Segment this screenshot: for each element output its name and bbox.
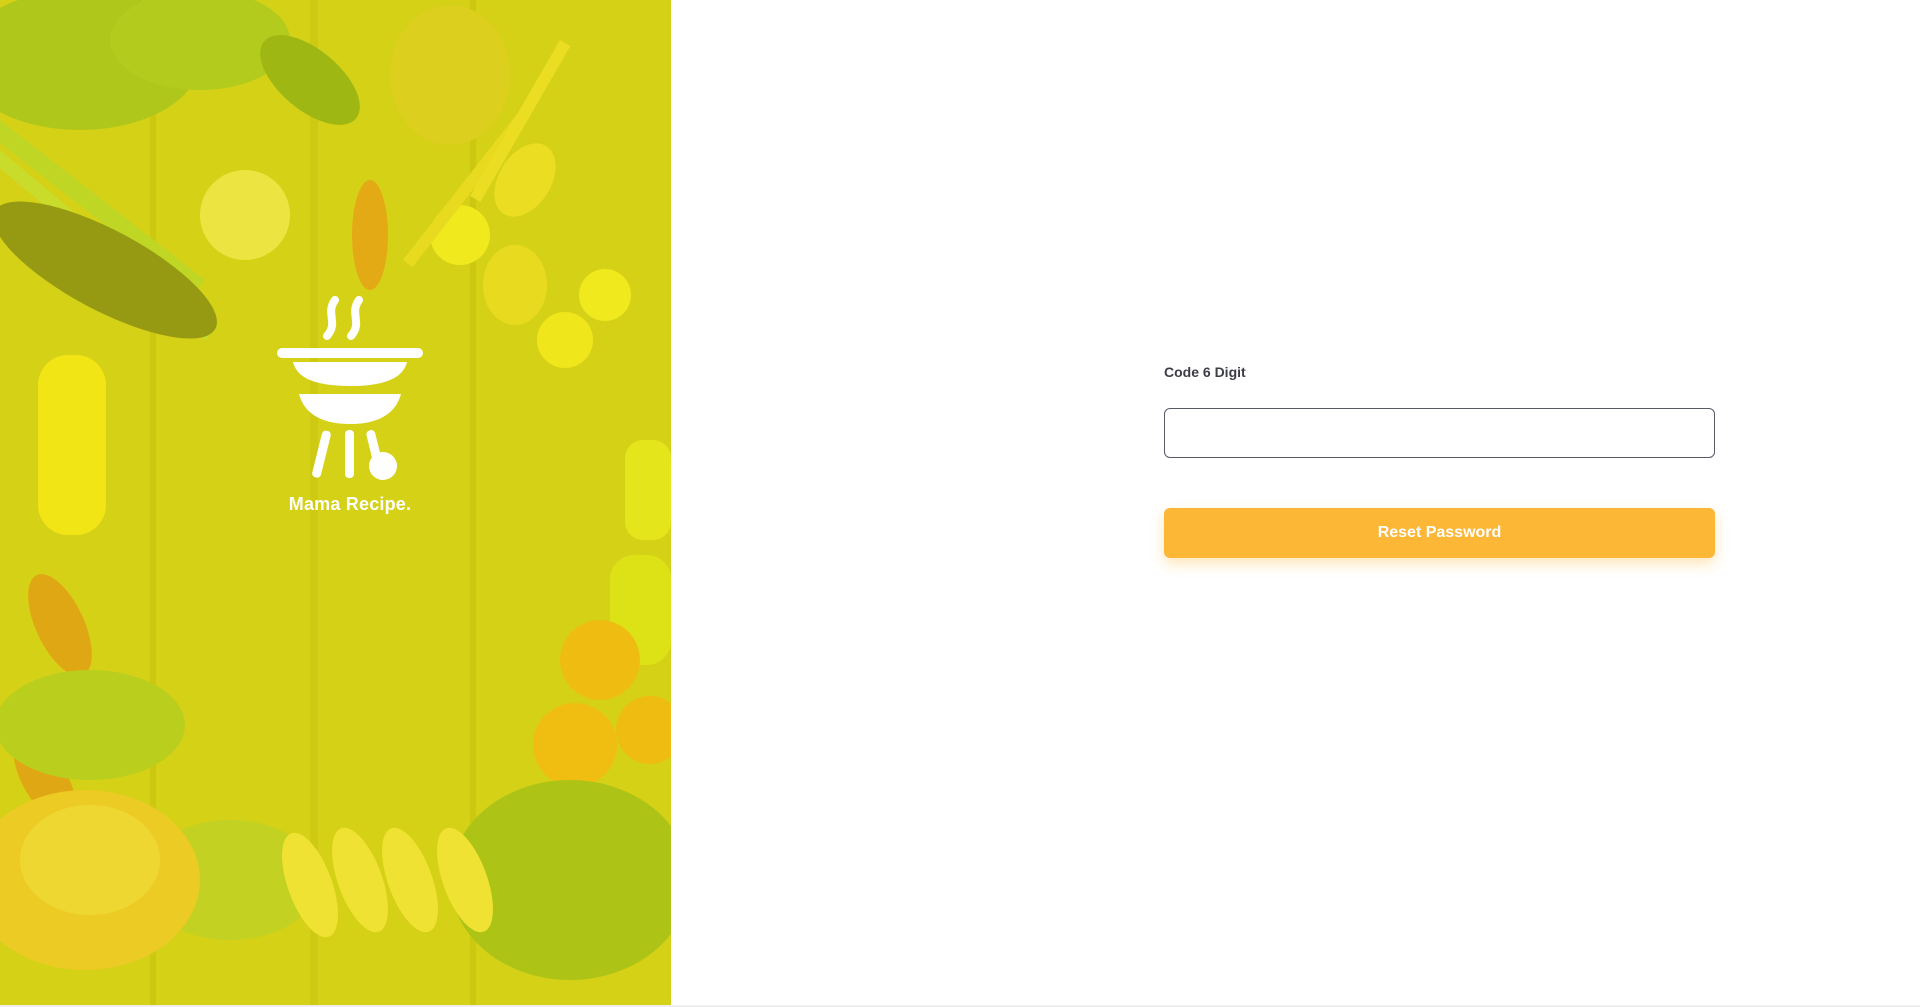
- brand-name: Mama Recipe.: [288, 494, 412, 514]
- barbecue-grill-icon: [277, 296, 423, 480]
- reset-password-form: Code 6 Digit Reset Password: [1164, 364, 1715, 558]
- brand: Mama Recipe.: [270, 296, 430, 515]
- hero-panel: Mama Recipe.: [0, 0, 671, 1005]
- code-input[interactable]: [1164, 408, 1715, 458]
- reset-password-button[interactable]: Reset Password: [1164, 508, 1715, 558]
- code-label: Code 6 Digit: [1164, 364, 1246, 380]
